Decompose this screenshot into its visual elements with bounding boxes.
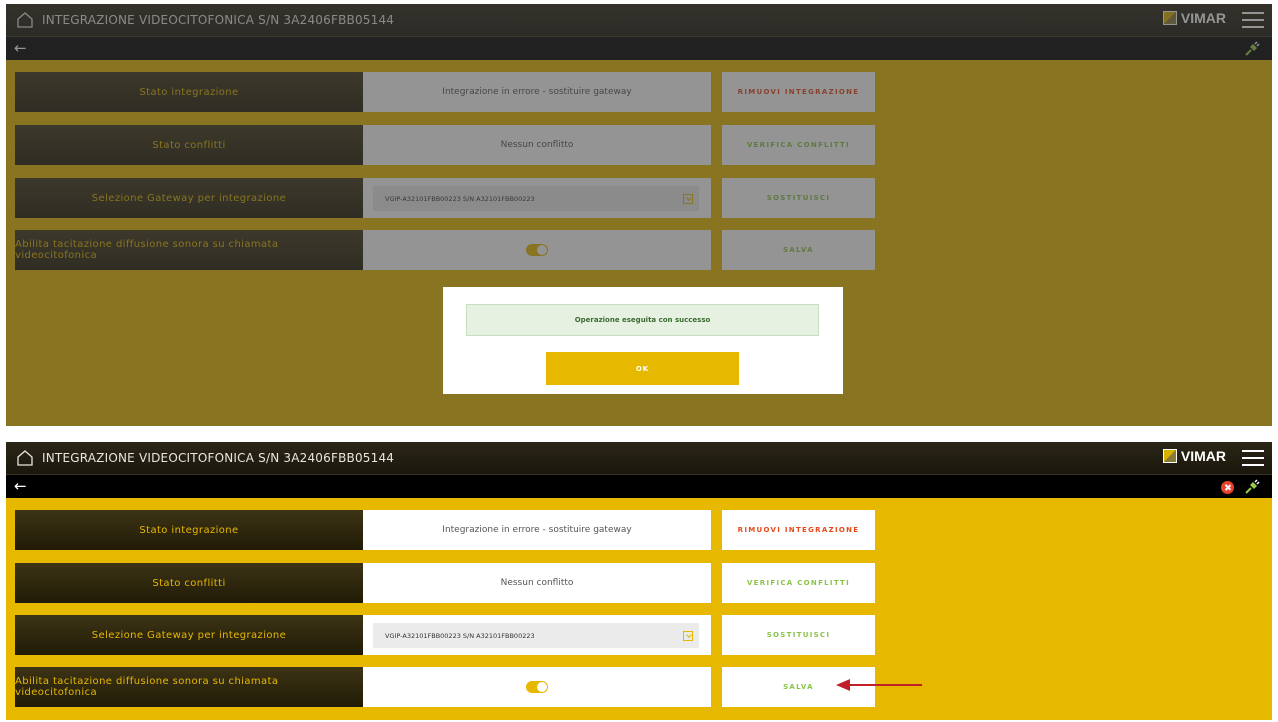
settings-content: Stato integrazione Integrazione in error… xyxy=(6,498,1272,720)
gateway-select[interactable]: VGIP-A32101FBB00223 S/N A32101FBB00223 xyxy=(373,623,699,648)
home-icon[interactable] xyxy=(16,449,34,467)
page-title: INTEGRAZIONE VIDEOCITOFONICA S/N 3A2406F… xyxy=(42,451,395,465)
value-tacitazione-cell xyxy=(363,667,711,707)
rimuovi-integrazione-button[interactable]: RIMUOVI INTEGRAZIONE xyxy=(722,510,875,550)
brand-name: VIMAR xyxy=(1180,448,1226,464)
screen-main: INTEGRAZIONE VIDEOCITOFONICA S/N 3A2406F… xyxy=(6,442,1272,720)
back-arrow-icon[interactable]: ← xyxy=(14,479,27,494)
menu-icon[interactable] xyxy=(1242,450,1264,466)
tacitazione-toggle[interactable] xyxy=(526,681,548,693)
sostituisci-button[interactable]: SOSTITUISCI xyxy=(722,615,875,655)
red-arrow-pointer-icon xyxy=(836,679,922,691)
ok-button[interactable]: OK xyxy=(546,352,739,385)
plug-icon[interactable] xyxy=(1244,479,1260,495)
success-message: Operazione eseguita con successo xyxy=(466,304,819,336)
screen-with-dialog: INTEGRAZIONE VIDEOCITOFONICA S/N 3A2406F… xyxy=(6,4,1272,426)
value-gateway-cell: VGIP-A32101FBB00223 S/N A32101FBB00223 xyxy=(363,615,711,655)
label-tacitazione: Abilita tacitazione diffusione sonora su… xyxy=(15,667,363,707)
title-bar: INTEGRAZIONE VIDEOCITOFONICA S/N 3A2406F… xyxy=(6,442,1272,474)
gateway-select-value: VGIP-A32101FBB00223 S/N A32101FBB00223 xyxy=(385,631,535,640)
success-dialog: Operazione eseguita con successo OK xyxy=(443,287,843,394)
value-stato-conflitti: Nessun conflitto xyxy=(363,563,711,603)
chevron-down-icon[interactable] xyxy=(683,631,693,641)
error-icon[interactable] xyxy=(1221,481,1234,494)
verifica-conflitti-button[interactable]: VERIFICA CONFLITTI xyxy=(722,563,875,603)
vimar-logo: VIMAR xyxy=(1162,448,1226,464)
label-stato-integrazione: Stato integrazione xyxy=(15,510,363,550)
navigation-bar: ← xyxy=(6,474,1272,498)
label-stato-conflitti: Stato conflitti xyxy=(15,563,363,603)
vimar-logo-icon xyxy=(1162,449,1177,463)
label-gateway: Selezione Gateway per integrazione xyxy=(15,615,363,655)
value-stato-integrazione: Integrazione in errore - sostituire gate… xyxy=(363,510,711,550)
